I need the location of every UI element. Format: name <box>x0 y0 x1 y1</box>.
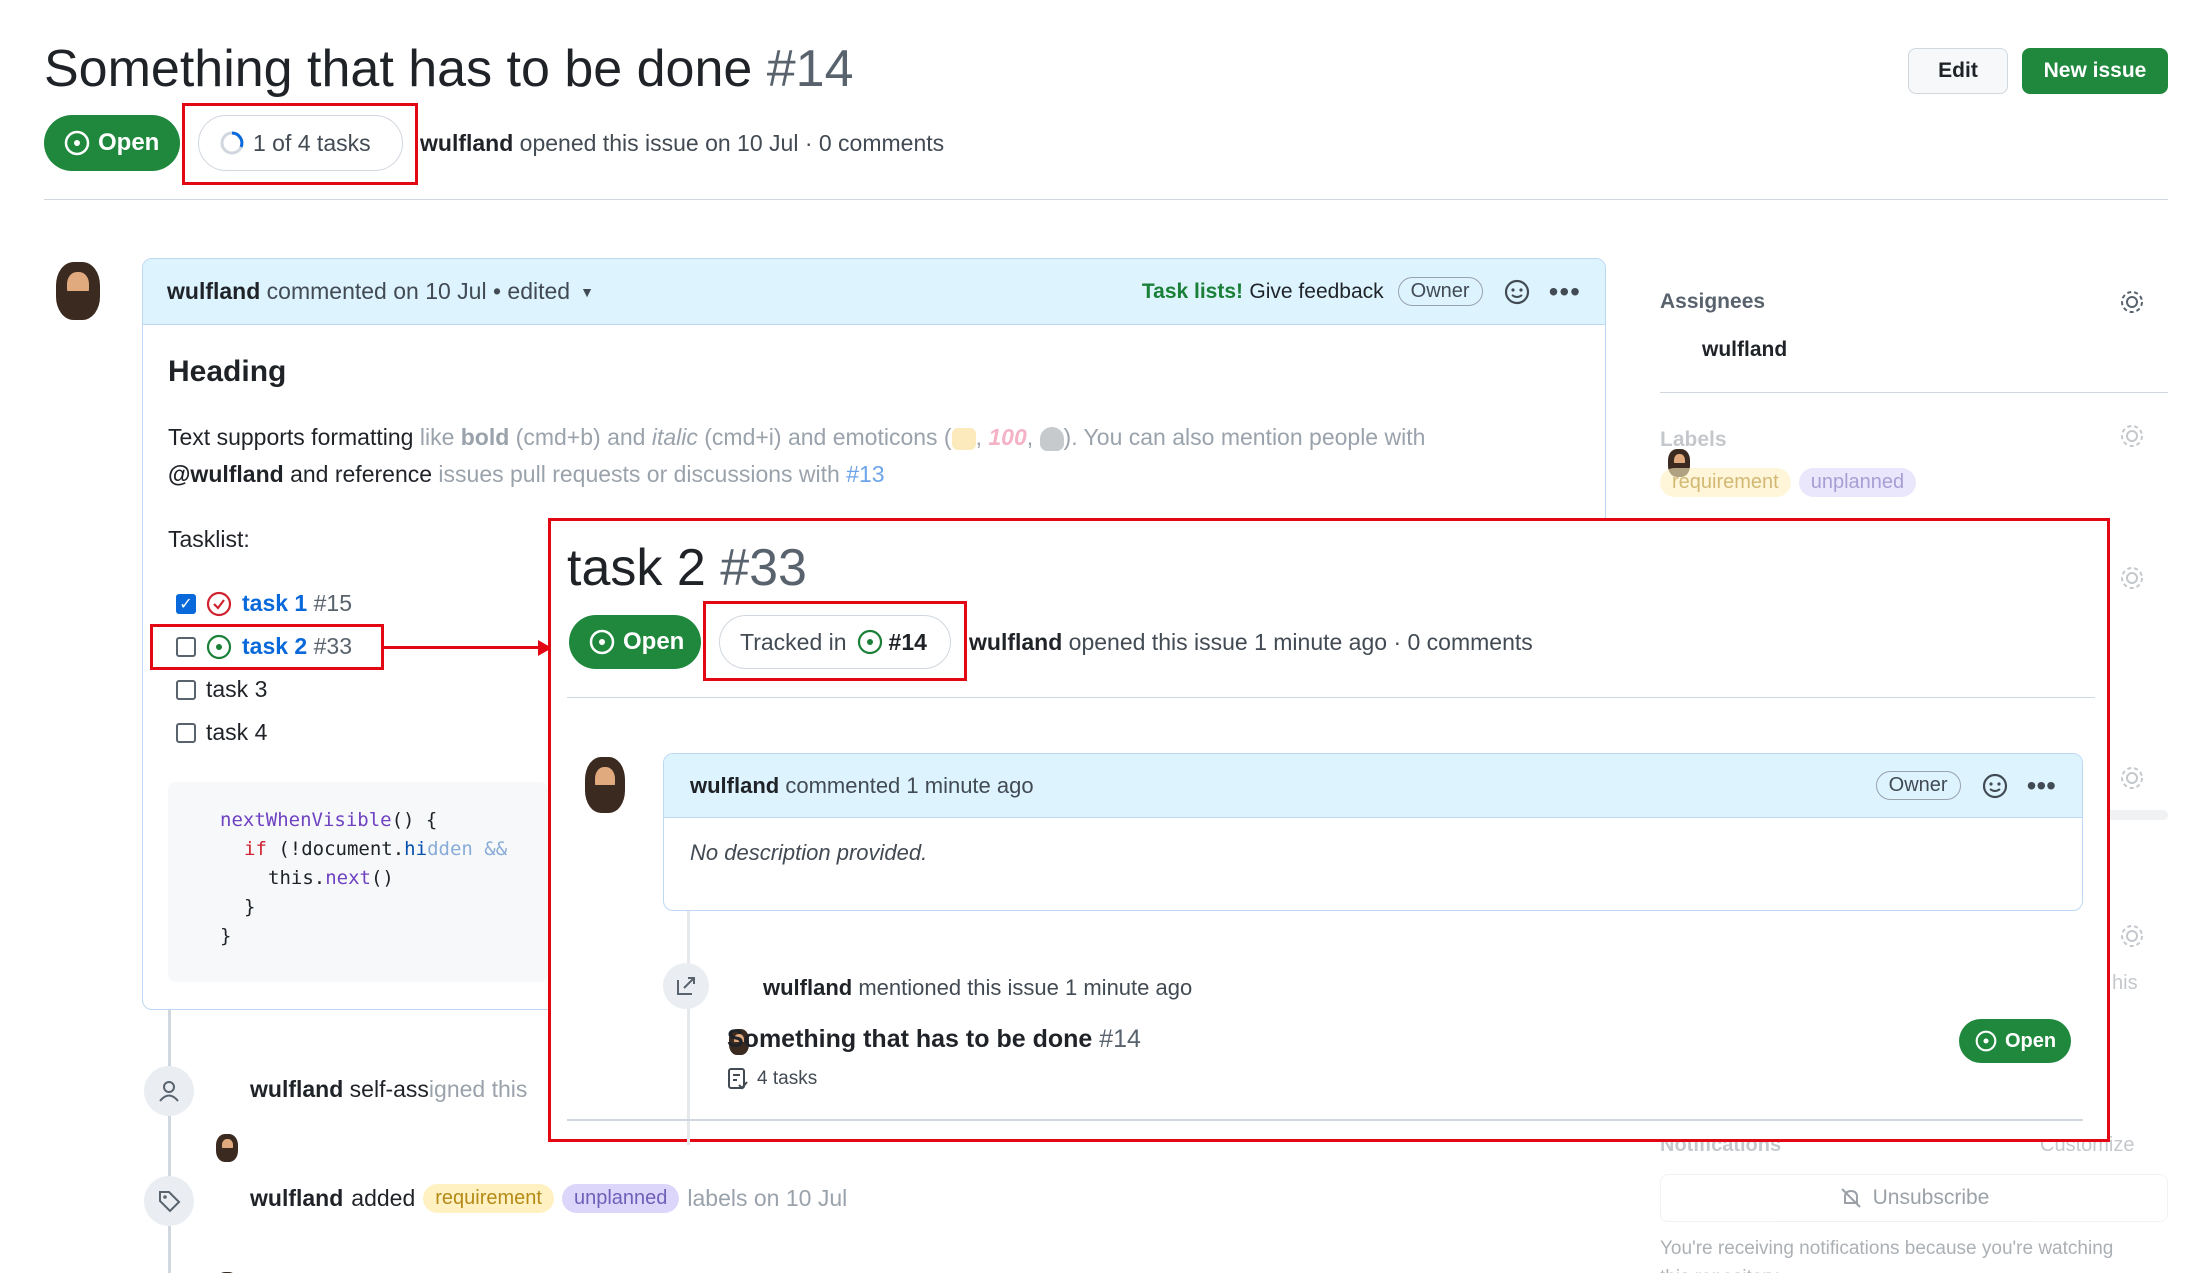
code-line-2: if (!document.hidden && <box>244 838 508 860</box>
task-preview-popup: task 2 #33 Open Tracked in #14 wulfland … <box>548 518 2110 1145</box>
give-feedback-link[interactable]: Give feedback <box>1249 280 1383 304</box>
new-issue-button[interactable]: New issue <box>2022 48 2168 94</box>
smiley-icon[interactable] <box>1981 772 2009 800</box>
gear-icon[interactable] <box>2118 288 2146 316</box>
issue-open-icon <box>64 130 90 156</box>
popup-status-badge: Open <box>569 615 701 669</box>
timeline-author[interactable]: wulfland <box>250 1076 343 1102</box>
mention-event: wulfland mentioned this issue 1 minute a… <box>763 975 1193 1000</box>
detective-emoji <box>1039 426 1064 451</box>
task-lists-label: Task lists! <box>1141 279 1244 303</box>
annotation-box-task2 <box>150 624 384 670</box>
issue-open-icon <box>589 629 615 655</box>
issue-open-icon <box>1975 1030 1997 1052</box>
referenced-issue-tasks: 4 tasks <box>727 1067 817 1091</box>
popup-author[interactable]: wulfland <box>969 629 1062 655</box>
checkbox-checked[interactable]: ✓ <box>176 593 196 614</box>
comment-author[interactable]: wulfland <box>167 278 260 305</box>
status-badge: Open <box>44 115 180 171</box>
checkbox[interactable] <box>176 679 196 700</box>
comment-text-line2: @wulfland and reference issues pull requ… <box>168 461 885 487</box>
owner-badge: Owner <box>1875 771 1961 800</box>
tasklist-icon <box>728 1068 748 1090</box>
sidebar-progress-bar <box>2106 810 2168 820</box>
edit-button[interactable]: Edit <box>1908 48 2008 94</box>
code-line-4: } <box>244 896 256 918</box>
popup-bottom-divider <box>567 1119 2083 1121</box>
label-unplanned[interactable]: unplanned <box>1798 468 1917 497</box>
gear-icon[interactable] <box>2118 922 2146 950</box>
notification-notice: You're receiving notifications because y… <box>1660 1238 2114 1273</box>
comment-header: wulfland commented on 10 Jul • edited ▼ … <box>143 259 1605 325</box>
label-requirement[interactable]: requirement <box>1660 468 1791 497</box>
code-block: nextWhenVisible() { if (!document.hidden… <box>168 782 548 982</box>
issue-ref-link[interactable]: #13 <box>846 461 884 487</box>
no-description: No description provided. <box>690 840 928 865</box>
issue-title: Something that has to be done <box>44 40 753 98</box>
issue-meta: wulfland opened this issue on 10 Jul · 0… <box>420 130 945 156</box>
thumbs-up-emoji <box>951 427 976 450</box>
cross-reference-icon-circle <box>663 963 709 1009</box>
sidebar-partial-text: his <box>2112 972 2138 994</box>
popup-comment-box: wulfland commented 1 minute ago Owner ••… <box>663 753 2083 911</box>
task-item-1[interactable]: ✓ task 1 #15 <box>176 590 352 617</box>
popup-divider <box>567 697 2095 698</box>
timeline-author[interactable]: wulfland <box>250 1185 343 1212</box>
gear-icon[interactable] <box>2118 422 2146 450</box>
avatar[interactable] <box>216 1134 238 1162</box>
check-circle-icon <box>206 591 232 616</box>
unsubscribe-button[interactable]: Unsubscribe <box>1660 1174 2168 1222</box>
popup-timeline-line <box>687 911 690 1145</box>
mention-author[interactable]: wulfland <box>763 975 852 1000</box>
gear-icon[interactable] <box>2118 764 2146 792</box>
gear-icon[interactable] <box>2118 564 2146 592</box>
referenced-issue-title[interactable]: Something that has to be done #14 <box>727 1025 1141 1054</box>
kebab-icon[interactable]: ••• <box>2027 771 2056 799</box>
smiley-icon[interactable] <box>1503 278 1531 306</box>
timeline-self-assigned: wulfland self-assigned this <box>250 1076 528 1102</box>
comment-text-line1: Text supports formatting like bold (cmd+… <box>168 424 1426 451</box>
popup-meta: wulfland opened this issue 1 minute ago … <box>969 629 1533 655</box>
avatar[interactable] <box>56 262 100 320</box>
annotation-arrow-line <box>384 646 540 649</box>
sidebar-labels: requirement unplanned <box>1660 468 1917 497</box>
page-title: Something that has to be done #14 <box>44 38 854 100</box>
sidebar-labels-heading: Labels <box>1660 428 1727 451</box>
issue-author[interactable]: wulfland <box>420 130 513 156</box>
cross-reference-icon <box>677 977 695 995</box>
popup-comment-header: wulfland commented 1 minute ago Owner ••… <box>664 754 2082 818</box>
avatar[interactable] <box>585 757 625 813</box>
header-divider <box>44 199 2168 200</box>
timeline-labels-added: wulfland added requirement unplanned lab… <box>250 1184 848 1213</box>
caret-down-icon: ▼ <box>580 283 594 300</box>
checkbox[interactable] <box>176 722 196 743</box>
timeline-line <box>168 1010 171 1273</box>
popup-title: task 2 #33 <box>567 539 807 597</box>
code-line-5: } <box>220 925 232 947</box>
annotation-box-tasks <box>182 103 418 185</box>
label-unplanned[interactable]: unplanned <box>561 1184 680 1213</box>
tag-icon <box>144 1176 194 1226</box>
task-item-3[interactable]: task 3 <box>176 676 267 703</box>
sidebar-assignees-heading: Assignees <box>1660 290 1766 313</box>
hundred-emoji: 100 <box>988 424 1027 450</box>
issue-number: #14 <box>766 40 854 98</box>
sidebar-assignee[interactable]: wulfland <box>1702 338 1787 362</box>
owner-badge: Owner <box>1397 277 1483 306</box>
code-line-3: this.next() <box>268 867 394 889</box>
label-requirement[interactable]: requirement <box>423 1184 554 1213</box>
code-line-1: nextWhenVisible() { <box>220 809 438 831</box>
person-icon <box>144 1066 194 1116</box>
bell-slash-icon <box>1840 1188 1861 1208</box>
comment-author[interactable]: wulfland <box>690 773 779 799</box>
kebab-icon[interactable]: ••• <box>1549 277 1581 305</box>
mention-link[interactable]: @wulfland <box>168 461 284 487</box>
annotation-box-tracked <box>703 601 967 681</box>
edited-dropdown[interactable]: • edited <box>493 278 570 305</box>
sidebar-divider <box>1660 392 2168 393</box>
referenced-issue-status: Open <box>1959 1019 2071 1063</box>
task-item-4[interactable]: task 4 <box>176 719 267 746</box>
comment-heading: Heading <box>168 355 287 388</box>
tasklist-label: Tasklist: <box>168 526 250 552</box>
